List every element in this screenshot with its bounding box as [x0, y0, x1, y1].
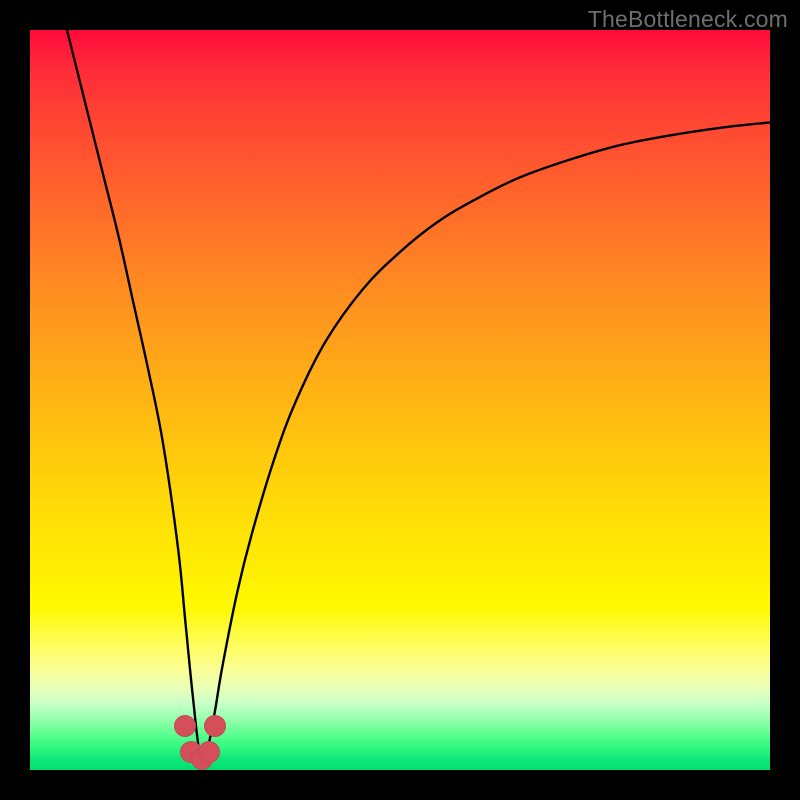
min-marker-4	[204, 715, 226, 737]
plot-area	[30, 30, 770, 770]
chart-frame	[30, 30, 770, 770]
curve-layer	[30, 30, 770, 770]
watermark-text: TheBottleneck.com	[588, 6, 788, 33]
min-marker-0	[174, 715, 196, 737]
bottleneck-curve	[67, 30, 770, 759]
min-marker-3	[198, 741, 220, 763]
